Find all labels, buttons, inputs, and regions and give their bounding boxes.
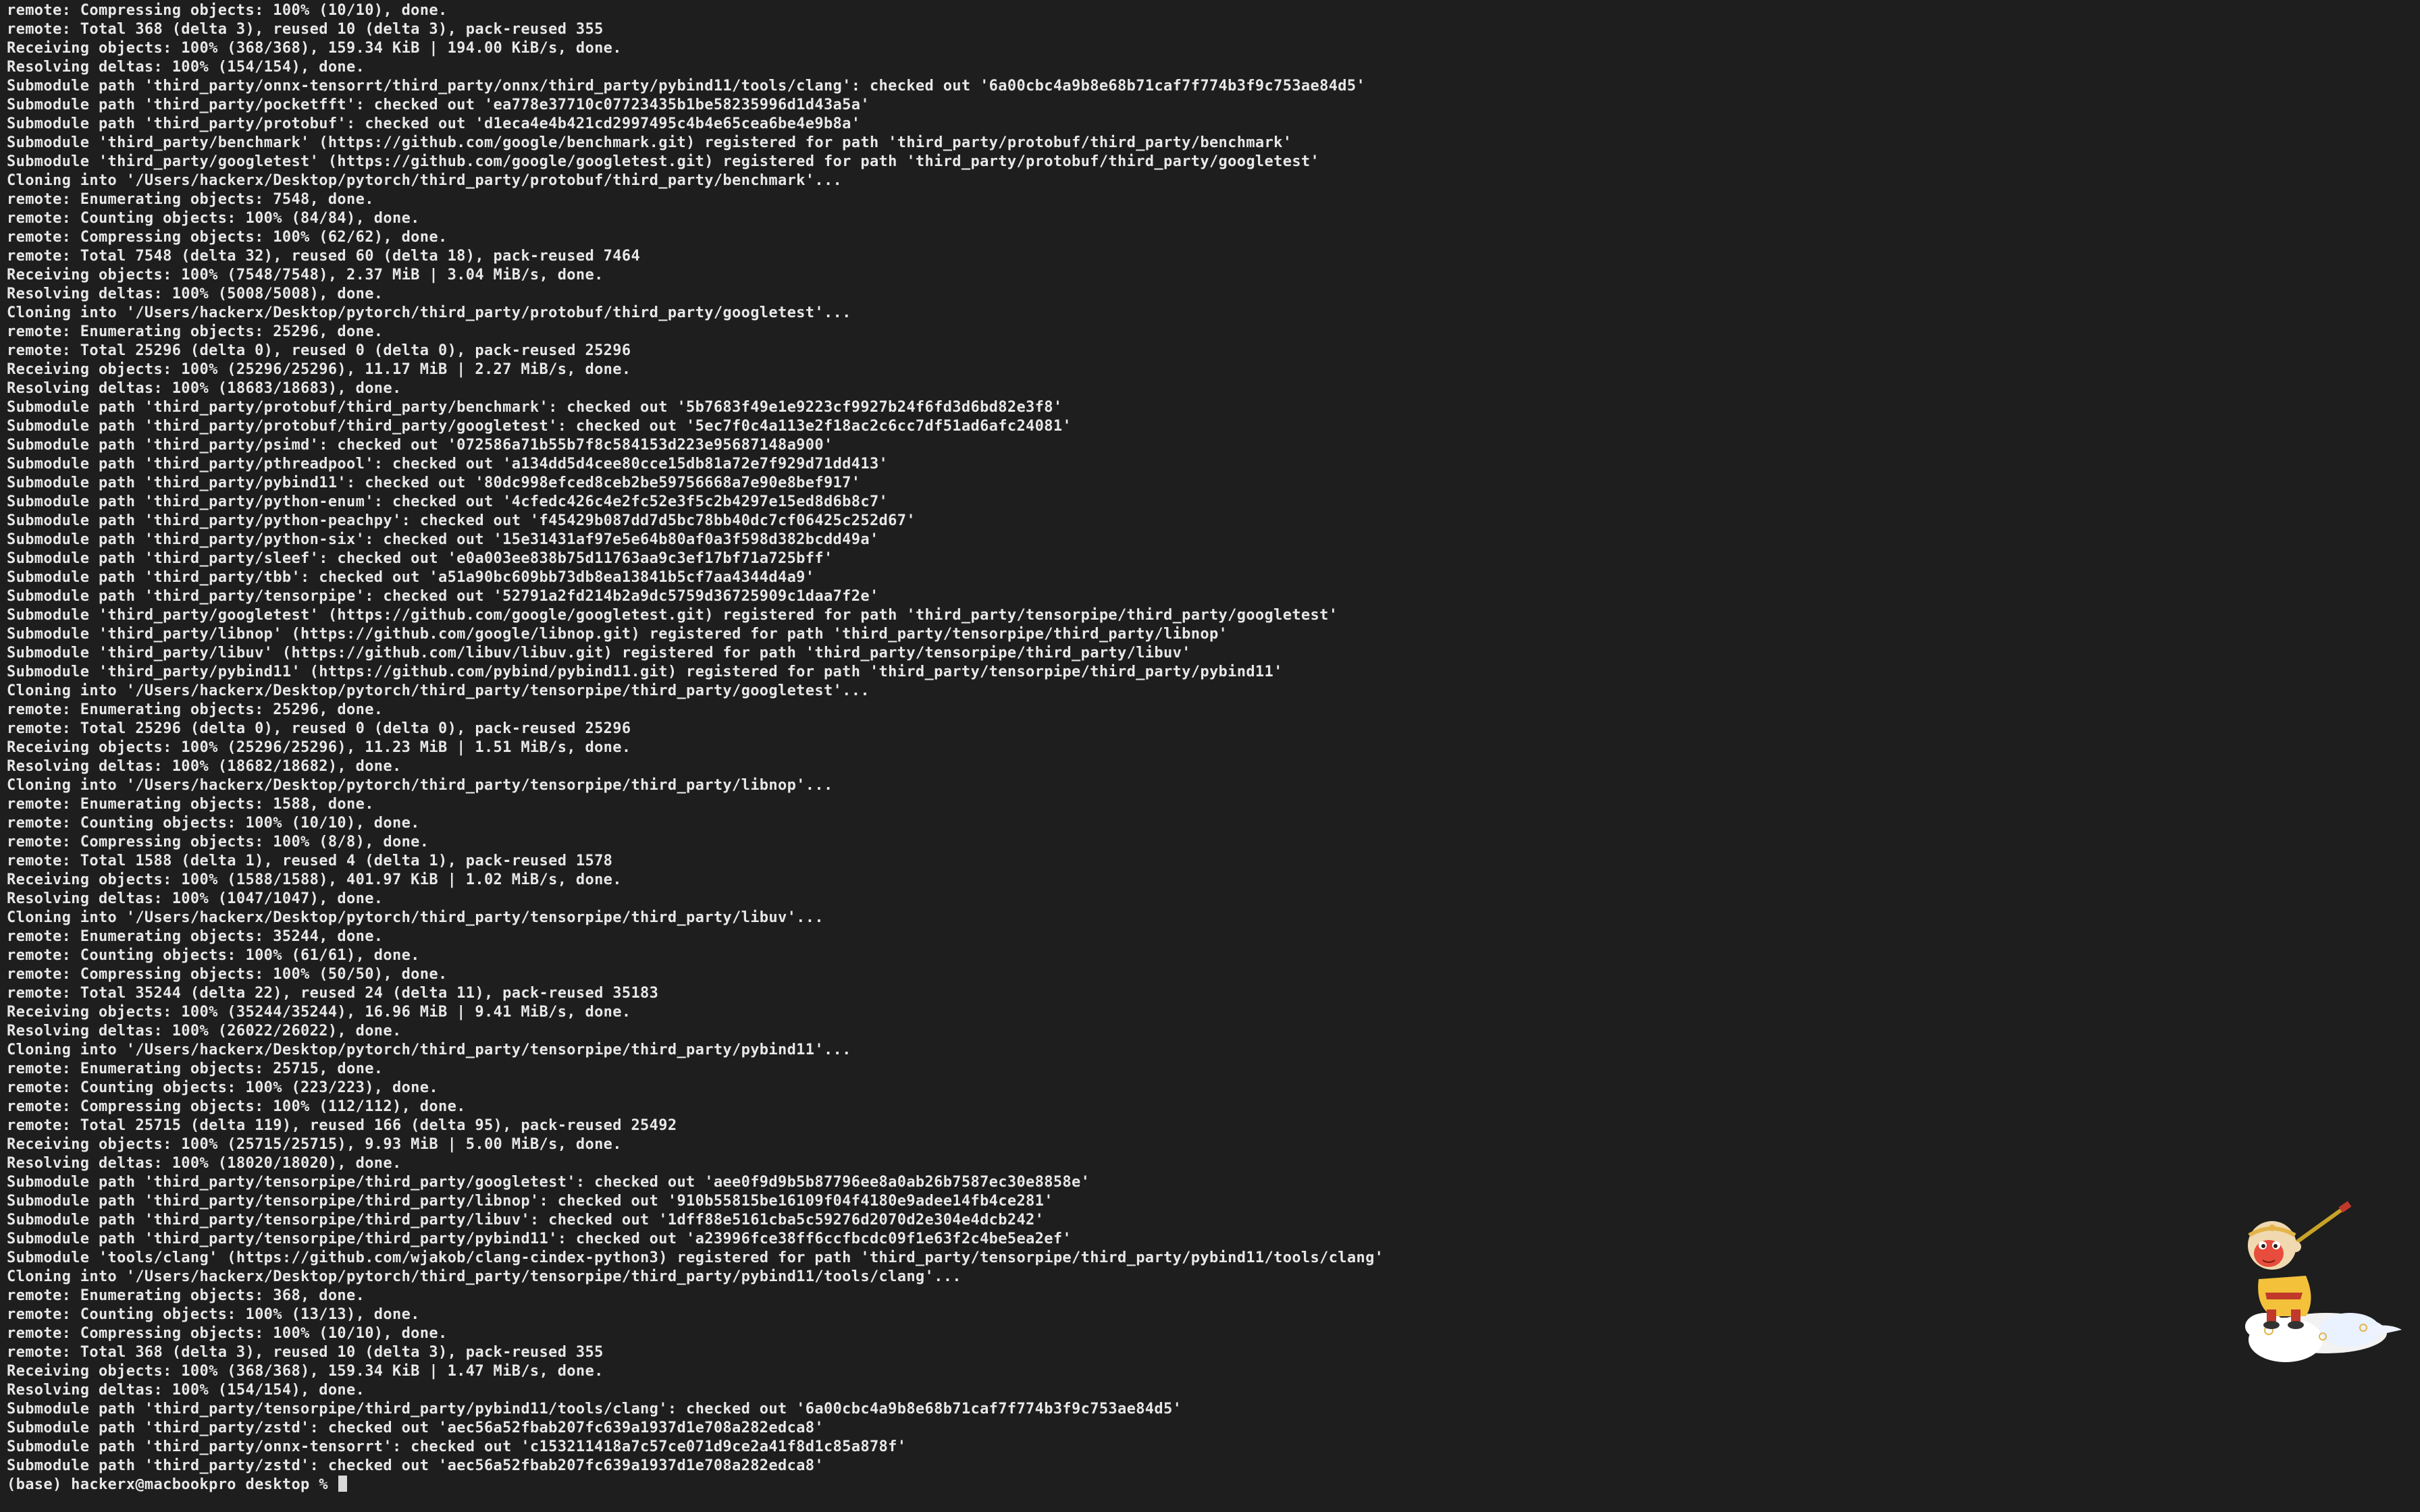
terminal-line: Submodule path 'third_party/python-peach… <box>7 512 916 529</box>
terminal-line: Submodule path 'third_party/tensorpipe/t… <box>7 1212 1045 1228</box>
terminal-line: remote: Total 35244 (delta 22), reused 2… <box>7 985 659 1002</box>
terminal-line: Submodule path 'third_party/pocketfft': … <box>7 97 870 113</box>
terminal-line: remote: Enumerating objects: 368, done. <box>7 1287 365 1304</box>
terminal-line: Receiving objects: 100% (1588/1588), 401… <box>7 871 622 888</box>
terminal-line: remote: Compressing objects: 100% (10/10… <box>7 2 448 19</box>
terminal-line: Submodule path 'third_party/tensorpipe/t… <box>7 1401 1182 1418</box>
terminal-line: Submodule 'third_party/libnop' (https://… <box>7 626 1228 643</box>
terminal-line: Receiving objects: 100% (25715/25715), 9… <box>7 1136 622 1153</box>
terminal-line: remote: Total 25715 (delta 119), reused … <box>7 1117 677 1134</box>
terminal-line: remote: Enumerating objects: 25715, done… <box>7 1060 384 1077</box>
terminal-line: Cloning into '/Users/hackerx/Desktop/pyt… <box>7 1042 851 1058</box>
terminal-line: Submodule 'third_party/libuv' (https://g… <box>7 645 1191 662</box>
terminal-line: Submodule path 'third_party/tensorpipe':… <box>7 588 879 605</box>
terminal-line: remote: Enumerating objects: 25296, done… <box>7 323 384 340</box>
terminal-line: Submodule path 'third_party/python-six':… <box>7 531 879 548</box>
terminal-window[interactable]: remote: Compressing objects: 100% (10/10… <box>0 0 2420 1512</box>
terminal-line: remote: Compressing objects: 100% (10/10… <box>7 1325 448 1342</box>
terminal-line: Submodule path 'third_party/python-enum'… <box>7 493 889 510</box>
terminal-line: Submodule path 'third_party/protobuf/thi… <box>7 418 1072 435</box>
terminal-line: Submodule 'third_party/pybind11' (https:… <box>7 664 1283 680</box>
terminal-line: Submodule path 'third_party/onnx-tensorr… <box>7 78 1366 94</box>
terminal-line: Submodule path 'third_party/tensorpipe/t… <box>7 1174 1090 1191</box>
terminal-line: Receiving objects: 100% (25296/25296), 1… <box>7 739 631 756</box>
terminal-line: Resolving deltas: 100% (154/154), done. <box>7 59 365 76</box>
terminal-line: Submodule path 'third_party/protobuf': c… <box>7 115 861 132</box>
terminal-line: remote: Total 1588 (delta 1), reused 4 (… <box>7 853 613 869</box>
terminal-line: Receiving objects: 100% (368/368), 159.3… <box>7 1363 604 1380</box>
terminal-line: remote: Counting objects: 100% (61/61), … <box>7 947 420 964</box>
terminal-line: Submodule path 'third_party/pybind11': c… <box>7 475 861 491</box>
terminal-line: remote: Enumerating objects: 35244, done… <box>7 928 384 945</box>
terminal-line: Cloning into '/Users/hackerx/Desktop/pyt… <box>7 304 851 321</box>
terminal-line: remote: Total 25296 (delta 0), reused 0 … <box>7 720 631 737</box>
terminal-line: remote: Total 368 (delta 3), reused 10 (… <box>7 21 604 38</box>
terminal-line: remote: Compressing objects: 100% (62/62… <box>7 229 448 246</box>
terminal-line: Receiving objects: 100% (35244/35244), 1… <box>7 1004 631 1021</box>
text-cursor <box>338 1476 348 1492</box>
terminal-line: Submodule path 'third_party/protobuf/thi… <box>7 399 1063 416</box>
monkey-king-on-cloud-icon <box>2245 1201 2402 1362</box>
terminal-line: Cloning into '/Users/hackerx/Desktop/pyt… <box>7 777 833 794</box>
terminal-line: Submodule 'third_party/benchmark' (https… <box>7 134 1292 151</box>
terminal-line: remote: Compressing objects: 100% (50/50… <box>7 966 448 983</box>
terminal-line: Submodule 'third_party/googletest' (http… <box>7 607 1338 624</box>
terminal-line: Receiving objects: 100% (7548/7548), 2.3… <box>7 267 604 284</box>
terminal-line: remote: Enumerating objects: 7548, done. <box>7 191 374 208</box>
terminal-line: Resolving deltas: 100% (154/154), done. <box>7 1382 365 1399</box>
terminal-line: Cloning into '/Users/hackerx/Desktop/pyt… <box>7 1268 962 1285</box>
terminal-line: remote: Total 368 (delta 3), reused 10 (… <box>7 1344 604 1361</box>
terminal-line: Resolving deltas: 100% (1047/1047), done… <box>7 890 384 907</box>
terminal-line: Submodule path 'third_party/tbb': checke… <box>7 569 815 586</box>
terminal-line: Resolving deltas: 100% (26022/26022), do… <box>7 1023 402 1040</box>
terminal-line: remote: Counting objects: 100% (84/84), … <box>7 210 420 227</box>
terminal-line: Submodule path 'third_party/zstd': check… <box>7 1420 824 1436</box>
terminal-line: Submodule path 'third_party/tensorpipe/t… <box>7 1231 1072 1247</box>
terminal-line: Submodule path 'third_party/onnx-tensorr… <box>7 1438 907 1455</box>
terminal-line: Resolving deltas: 100% (18682/18682), do… <box>7 758 402 775</box>
terminal-line: Cloning into '/Users/hackerx/Desktop/pyt… <box>7 909 824 926</box>
terminal-line: Submodule path 'third_party/pthreadpool'… <box>7 456 889 473</box>
prompt-text: (base) hackerx@macbookpro desktop % <box>7 1476 338 1493</box>
terminal-line: Receiving objects: 100% (368/368), 159.3… <box>7 40 622 57</box>
terminal-output: remote: Compressing objects: 100% (10/10… <box>7 1 2413 1476</box>
terminal-line: remote: Counting objects: 100% (10/10), … <box>7 815 420 832</box>
terminal-line: remote: Enumerating objects: 25296, done… <box>7 701 384 718</box>
terminal-line: Submodule path 'third_party/sleef': chec… <box>7 550 833 567</box>
terminal-line: Submodule path 'third_party/tensorpipe/t… <box>7 1193 1053 1210</box>
terminal-line: Submodule 'third_party/googletest' (http… <box>7 153 1320 170</box>
terminal-line: Resolving deltas: 100% (18683/18683), do… <box>7 380 402 397</box>
terminal-line: remote: Counting objects: 100% (13/13), … <box>7 1306 420 1323</box>
terminal-line: remote: Total 7548 (delta 32), reused 60… <box>7 248 641 265</box>
terminal-line: Cloning into '/Users/hackerx/Desktop/pyt… <box>7 682 870 699</box>
terminal-line: Resolving deltas: 100% (18020/18020), do… <box>7 1155 402 1172</box>
terminal-line: Submodule path 'third_party/zstd': check… <box>7 1457 824 1474</box>
terminal-line: Receiving objects: 100% (25296/25296), 1… <box>7 361 631 378</box>
terminal-line: Submodule path 'third_party/psimd': chec… <box>7 437 833 454</box>
terminal-line: remote: Counting objects: 100% (223/223)… <box>7 1079 438 1096</box>
terminal-line: remote: Total 25296 (delta 0), reused 0 … <box>7 342 631 359</box>
terminal-line: Submodule 'tools/clang' (https://github.… <box>7 1249 1384 1266</box>
terminal-line: Resolving deltas: 100% (5008/5008), done… <box>7 286 384 302</box>
terminal-line: remote: Enumerating objects: 1588, done. <box>7 796 374 813</box>
terminal-line: remote: Compressing objects: 100% (112/1… <box>7 1098 466 1115</box>
terminal-line: Cloning into '/Users/hackerx/Desktop/pyt… <box>7 172 843 189</box>
prompt-line[interactable]: (base) hackerx@macbookpro desktop % <box>7 1476 2413 1494</box>
terminal-line: remote: Compressing objects: 100% (8/8),… <box>7 834 429 850</box>
